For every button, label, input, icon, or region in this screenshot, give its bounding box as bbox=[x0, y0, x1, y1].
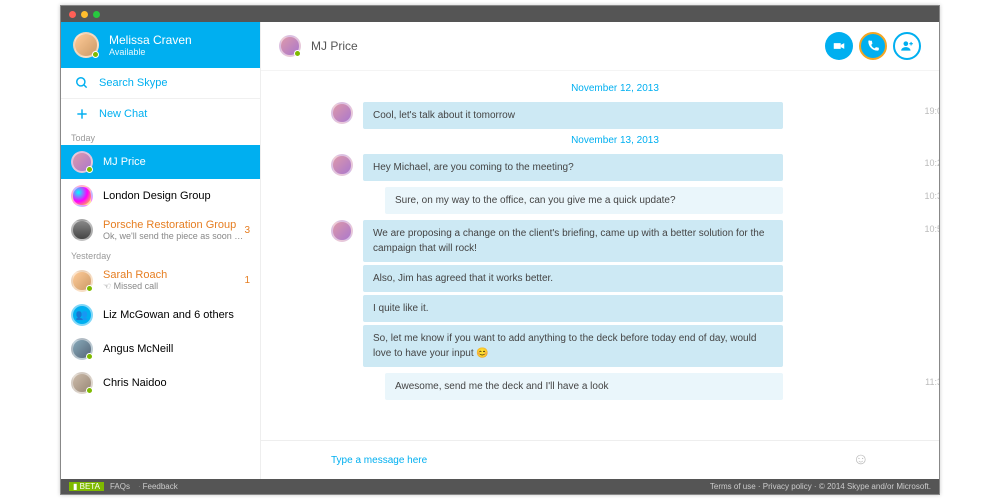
contact-name: Angus McNeill bbox=[103, 343, 173, 355]
close-icon[interactable] bbox=[69, 11, 76, 18]
profile-status: Available bbox=[109, 47, 192, 57]
section-yesterday: Yesterday bbox=[61, 247, 260, 263]
video-call-button[interactable] bbox=[825, 32, 853, 60]
avatar bbox=[71, 185, 93, 207]
profile-name: Melissa Craven bbox=[109, 33, 192, 47]
message-group: Hey Michael, are you coming to the meeti… bbox=[331, 154, 899, 181]
contact-london-design[interactable]: London Design Group bbox=[61, 179, 260, 213]
contact-name: Liz McGowan and 6 others bbox=[103, 309, 234, 321]
presence-dot bbox=[86, 353, 93, 360]
presence-dot bbox=[92, 51, 99, 58]
search-row[interactable]: Search Skype bbox=[61, 68, 260, 99]
unread-badge: 3 bbox=[244, 225, 250, 236]
new-chat-label: New Chat bbox=[99, 108, 147, 120]
contact-name: London Design Group bbox=[103, 190, 211, 202]
contact-name: Porsche Restoration Group bbox=[103, 219, 243, 231]
contact-chris[interactable]: Chris Naidoo bbox=[61, 366, 260, 400]
message-bubble: Cool, let's talk about it tomorrow bbox=[363, 102, 783, 129]
composer: ☺ bbox=[261, 440, 939, 479]
contact-sarah-roach[interactable]: Sarah Roach ☜ Missed call 1 bbox=[61, 263, 260, 298]
footer-legal: Terms of use · Privacy policy · © 2014 S… bbox=[710, 482, 931, 491]
avatar bbox=[71, 151, 93, 173]
maximize-icon[interactable] bbox=[93, 11, 100, 18]
avatar bbox=[71, 270, 93, 292]
date-separator: November 13, 2013 bbox=[331, 135, 899, 146]
contact-sub: Ok, we'll send the piece as soon … bbox=[103, 231, 243, 241]
avatar bbox=[71, 372, 93, 394]
emoji-icon[interactable]: ☺ bbox=[853, 451, 869, 469]
group-icon: 👥 bbox=[71, 304, 93, 326]
timestamp: 10:56 bbox=[924, 224, 939, 234]
message-group-self: Awesome, send me the deck and I'll have … bbox=[331, 373, 899, 400]
timestamp: 10:33 bbox=[924, 191, 939, 201]
plus-icon bbox=[75, 107, 89, 121]
section-today: Today bbox=[61, 129, 260, 145]
app-body: Melissa Craven Available Search Skype Ne… bbox=[61, 22, 939, 479]
timestamp: 19:02 bbox=[924, 106, 939, 116]
avatar bbox=[71, 338, 93, 360]
sidebar: Melissa Craven Available Search Skype Ne… bbox=[61, 22, 261, 479]
faqs-link[interactable]: FAQs bbox=[110, 482, 130, 491]
profile-header[interactable]: Melissa Craven Available bbox=[61, 22, 260, 68]
audio-call-button[interactable] bbox=[859, 32, 887, 60]
contact-porsche-group[interactable]: Porsche Restoration Group Ok, we'll send… bbox=[61, 213, 260, 247]
chat-title: MJ Price bbox=[311, 39, 358, 53]
contact-name: MJ Price bbox=[103, 156, 146, 168]
search-icon bbox=[75, 76, 89, 90]
avatar bbox=[331, 102, 353, 124]
chat-body[interactable]: November 12, 2013 Cool, let's talk about… bbox=[261, 71, 939, 440]
avatar bbox=[279, 35, 301, 57]
message-bubble: Awesome, send me the deck and I'll have … bbox=[385, 373, 783, 400]
minimize-icon[interactable] bbox=[81, 11, 88, 18]
message-bubble: Also, Jim has agreed that it works bette… bbox=[363, 265, 783, 292]
avatar bbox=[331, 220, 353, 242]
presence-dot bbox=[86, 166, 93, 173]
new-chat-button[interactable]: New Chat bbox=[61, 99, 260, 129]
chat-main: MJ Price November 12, 2013 Cool, let's t… bbox=[261, 22, 939, 479]
date-separator: November 12, 2013 bbox=[331, 83, 899, 94]
header-actions bbox=[825, 32, 921, 60]
contact-name: Chris Naidoo bbox=[103, 377, 167, 389]
contact-mj-price[interactable]: MJ Price bbox=[61, 145, 260, 179]
presence-dot bbox=[294, 50, 301, 57]
app-window: Melissa Craven Available Search Skype Ne… bbox=[60, 5, 940, 495]
search-placeholder: Search Skype bbox=[99, 77, 167, 89]
message-group: Cool, let's talk about it tomorrow 19:02 bbox=[331, 102, 899, 129]
contact-liz-group[interactable]: 👥 Liz McGowan and 6 others bbox=[61, 298, 260, 332]
message-group: We are proposing a change on the client'… bbox=[331, 220, 899, 367]
timestamp: 11:34 bbox=[925, 377, 939, 387]
message-bubble: So, let me know if you want to add anyth… bbox=[363, 325, 783, 367]
message-input[interactable] bbox=[331, 455, 853, 466]
beta-badge: ▮ BETA bbox=[69, 482, 104, 491]
timestamp: 10:27 bbox=[924, 158, 939, 168]
message-bubble: Sure, on my way to the office, can you g… bbox=[385, 187, 783, 214]
avatar bbox=[71, 219, 93, 241]
message-bubble: I quite like it. bbox=[363, 295, 783, 322]
presence-dot bbox=[86, 285, 93, 292]
message-group-self: Sure, on my way to the office, can you g… bbox=[331, 187, 899, 214]
footer: ▮ BETA FAQs · Feedback Terms of use · Pr… bbox=[61, 479, 939, 494]
chat-header: MJ Price bbox=[261, 22, 939, 71]
message-bubble: We are proposing a change on the client'… bbox=[363, 220, 783, 262]
unread-badge: 1 bbox=[244, 275, 250, 286]
contact-sub: ☜ Missed call bbox=[103, 281, 167, 292]
contact-name: Sarah Roach bbox=[103, 269, 167, 281]
titlebar bbox=[61, 6, 939, 22]
avatar bbox=[73, 32, 99, 58]
presence-dot bbox=[86, 387, 93, 394]
feedback-link[interactable]: Feedback bbox=[143, 482, 178, 491]
avatar bbox=[331, 154, 353, 176]
contact-angus[interactable]: Angus McNeill bbox=[61, 332, 260, 366]
message-bubble: Hey Michael, are you coming to the meeti… bbox=[363, 154, 783, 181]
add-participant-button[interactable] bbox=[893, 32, 921, 60]
